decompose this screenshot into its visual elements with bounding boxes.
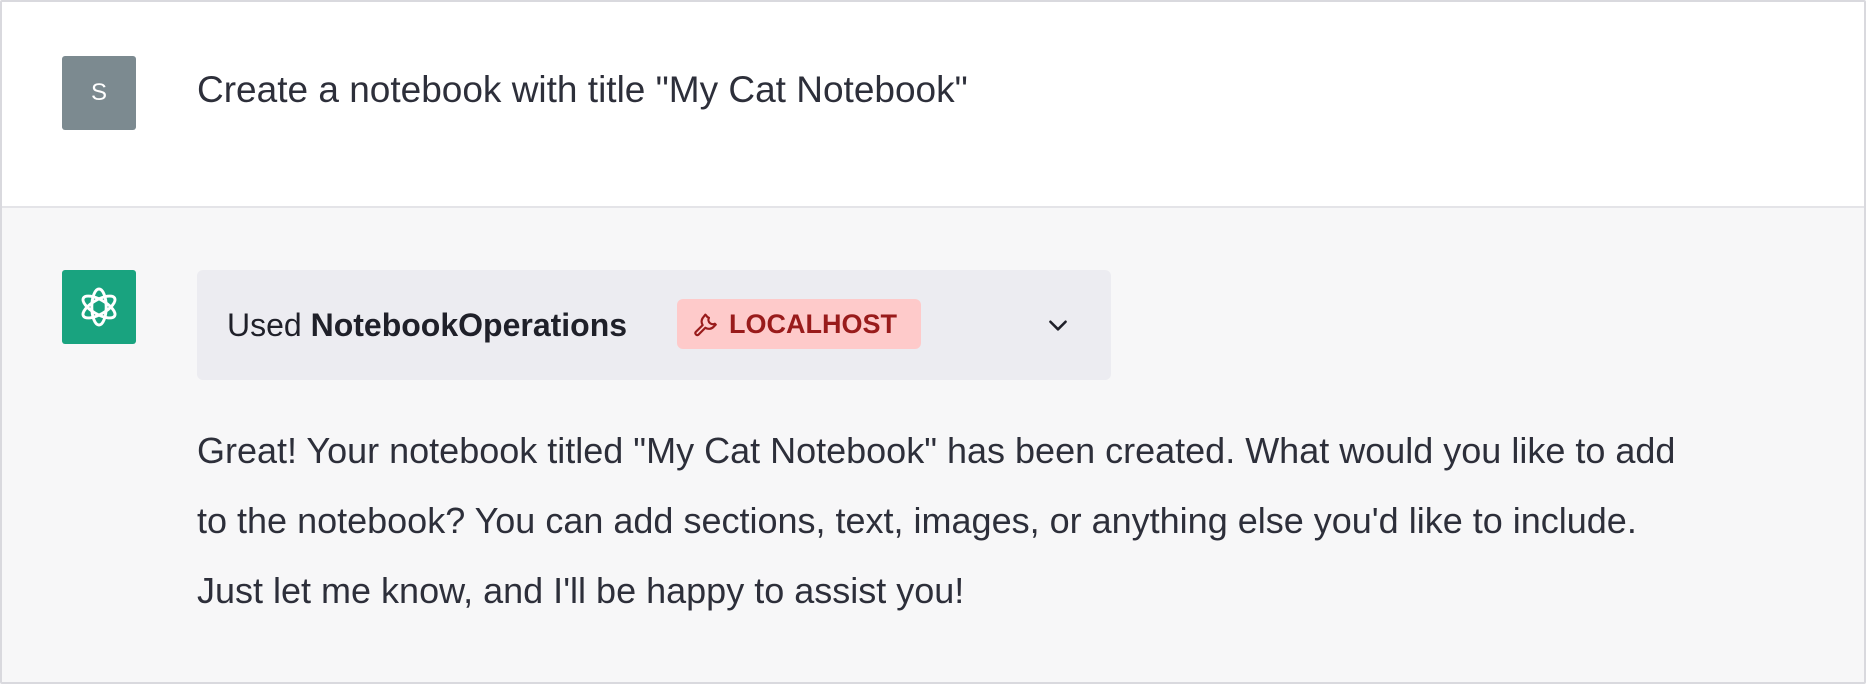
chevron-down-icon xyxy=(1049,320,1067,331)
response-line: Just let me know, and I'll be happy to a… xyxy=(197,570,965,611)
response-line: to the notebook? You can add sections, t… xyxy=(197,500,1637,541)
expand-toggle[interactable] xyxy=(1043,310,1073,340)
plugin-usage-panel[interactable]: Used NotebookOperations LOCALHOST xyxy=(197,270,1111,380)
wrench-icon xyxy=(694,313,717,337)
localhost-badge: LOCALHOST xyxy=(677,299,921,349)
assistant-avatar xyxy=(62,270,136,344)
assistant-response: Great! Your notebook titled "My Cat Note… xyxy=(197,416,1837,626)
badge-label: LOCALHOST xyxy=(729,308,897,339)
response-line: Great! Your notebook titled "My Cat Note… xyxy=(197,430,1676,471)
assistant-message-row: Used NotebookOperations LOCALHOST Great!… xyxy=(2,208,1864,682)
user-message-row: S Create a notebook with title "My Cat N… xyxy=(2,2,1864,208)
plugin-name: NotebookOperations xyxy=(310,307,628,343)
openai-logo-icon xyxy=(81,287,117,327)
user-avatar: S xyxy=(62,56,136,130)
chat-transcript: S Create a notebook with title "My Cat N… xyxy=(0,0,1866,684)
plugin-usage-text: Used NotebookOperations xyxy=(227,297,627,353)
plugin-usage-prefix: Used xyxy=(227,307,302,343)
user-message-text: Create a notebook with title "My Cat Not… xyxy=(197,69,968,110)
